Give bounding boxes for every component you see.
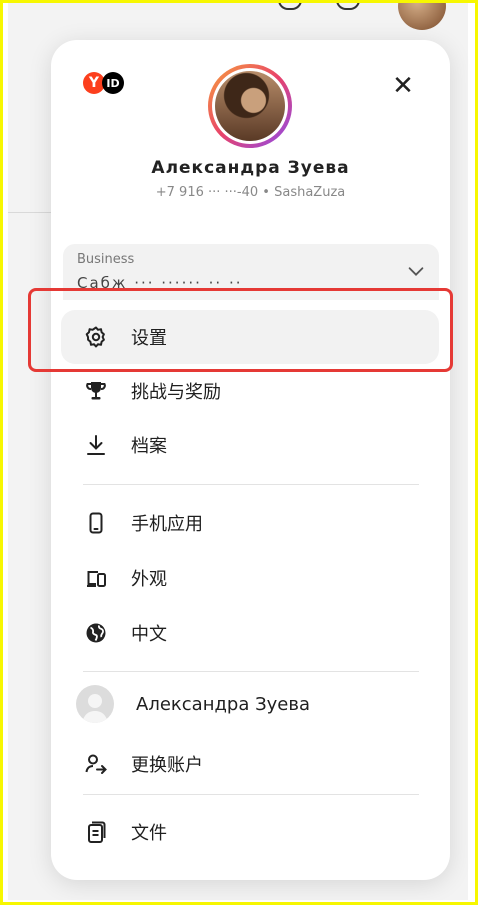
user-avatar [76,685,114,723]
menu-item-language[interactable]: 中文 [61,606,439,660]
menu-item-account[interactable]: Александра Зуева [61,677,439,731]
menu-item-settings[interactable]: 设置 [61,310,439,364]
menu-item-label: 手机应用 [131,514,203,535]
menu-item-mobile-app[interactable]: 手机应用 [61,496,439,550]
account-menu: Y ID ✕ Александра Зуева +7 916 ··· ···-40… [51,40,450,880]
chevron-down-icon[interactable] [405,260,427,282]
menu-item-switch-account[interactable]: 更换账户 [61,737,439,791]
close-icon[interactable]: ✕ [387,70,419,102]
account-name: Александра Зуева [136,693,310,715]
business-org-name: Сабж ··· ······ ·· ·· [77,274,243,292]
profile-name: Александра Зуева [151,158,350,178]
download-icon [83,432,109,458]
menu-item-label: 档案 [131,436,167,457]
menu-divider [83,671,419,672]
menu-item-label: 更换账户 [131,755,203,776]
menu-item-files[interactable]: 文件 [61,805,439,859]
menu-item-label: 设置 [131,328,167,349]
menu-item-label: 外观 [131,569,167,590]
menu-divider [83,484,419,485]
files-icon [83,819,109,845]
business-account-selector[interactable]: Business Сабж ··· ······ ·· ·· [63,244,439,300]
menu-item-label: 中文 [131,624,167,645]
yandex-id-logo: Y ID [83,72,124,94]
menu-item-challenges[interactable]: 挑战与奖励 [61,364,439,418]
profile-subtitle: +7 916 ··· ···-40 • SashaZuza [155,185,346,200]
devices-icon [83,565,109,591]
menu-divider [83,794,419,795]
menu-item-appearance[interactable]: 外观 [61,551,439,605]
profile-avatar[interactable] [208,64,292,148]
menu-item-label: 文件 [131,823,167,844]
menu-item-archive[interactable]: 档案 [61,418,439,472]
trophy-icon [83,378,109,404]
phone-icon [83,510,109,536]
menu-item-label: 挑战与奖励 [131,382,221,403]
business-label: Business [77,252,135,267]
globe-icon [83,620,109,646]
switch-user-icon [83,751,109,777]
gear-icon [83,324,109,350]
profile-photo [215,71,285,141]
